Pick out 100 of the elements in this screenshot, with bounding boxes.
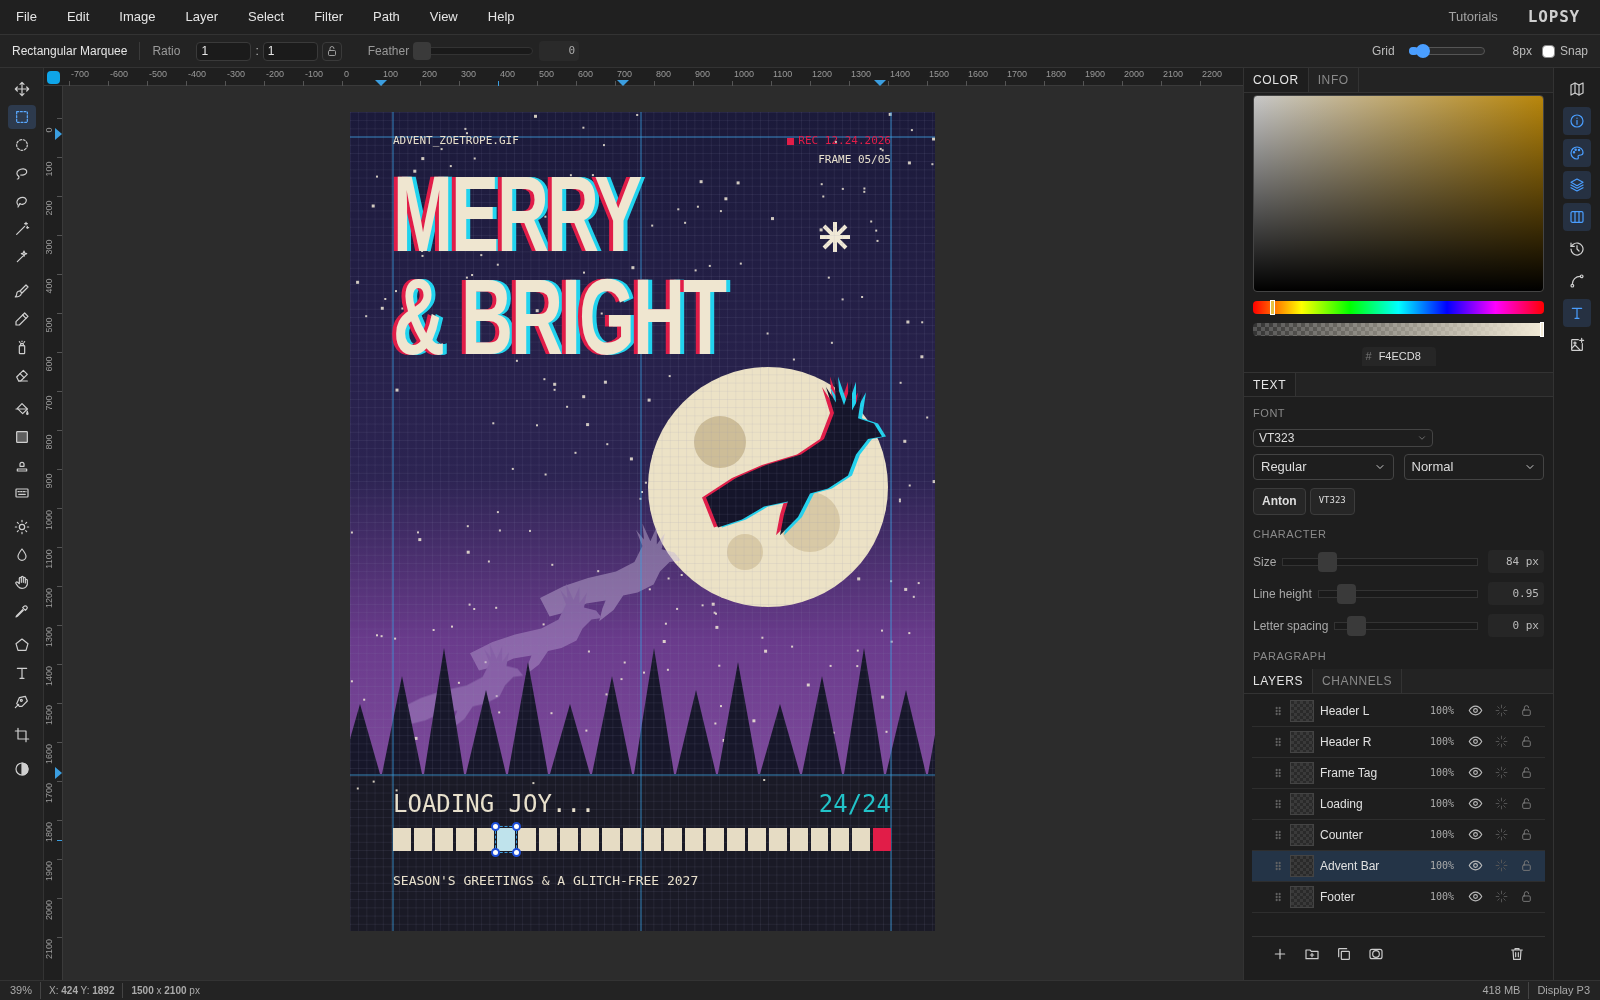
resize-handle[interactable] <box>512 848 522 857</box>
drag-handle-icon[interactable] <box>1272 859 1284 872</box>
panel-tab[interactable]: TEXT <box>1244 373 1297 396</box>
panel-tab[interactable]: LAYERS <box>1244 668 1314 693</box>
hex-field[interactable]: # F4ECD8 <box>1361 347 1436 366</box>
tutorials-link[interactable]: Tutorials <box>1448 7 1498 27</box>
slider-thumb[interactable] <box>1540 322 1544 337</box>
slider-thumb[interactable] <box>1416 44 1431 58</box>
font-preset-button[interactable]: VT323 <box>1309 487 1355 515</box>
menu-item[interactable]: Help <box>487 7 515 27</box>
ratio-width-field[interactable]: 1 <box>196 41 252 61</box>
eye-icon[interactable] <box>1468 827 1483 842</box>
layer-row[interactable]: Advent Bar 100% <box>1252 850 1545 882</box>
tool-button[interactable] <box>7 105 36 129</box>
slider-thumb[interactable] <box>1270 300 1276 315</box>
layer-row[interactable]: Counter 100% <box>1252 819 1545 851</box>
menu-item[interactable]: Path <box>373 7 400 27</box>
layer-thumbnail <box>1290 730 1314 753</box>
resize-handle[interactable] <box>512 822 522 831</box>
panel-button[interactable] <box>1563 171 1591 199</box>
snap-label: Snap <box>1559 43 1588 60</box>
panel-tab[interactable]: INFO <box>1308 68 1359 92</box>
slider-thumb[interactable] <box>1346 615 1366 636</box>
layer-row[interactable]: Header L 100% <box>1252 695 1545 727</box>
unlock-icon[interactable] <box>1520 890 1533 903</box>
ruler-label: 2000 <box>44 899 54 922</box>
layer-opacity: 100% <box>1429 704 1454 718</box>
panel-tab[interactable]: COLOR <box>1244 68 1309 92</box>
eye-icon[interactable] <box>1468 703 1483 718</box>
character-slider[interactable] <box>1334 615 1478 636</box>
eye-icon[interactable] <box>1468 796 1483 811</box>
menu-item[interactable]: Edit <box>66 7 90 27</box>
unlock-icon[interactable] <box>1520 828 1533 841</box>
drag-handle-icon[interactable] <box>1272 828 1284 841</box>
layer-row[interactable]: Footer 100% <box>1252 881 1545 913</box>
guide-marker[interactable] <box>616 80 629 86</box>
saturation-picker[interactable] <box>1253 95 1544 292</box>
weight-select[interactable]: Normal <box>1403 453 1544 480</box>
slider-thumb[interactable] <box>1317 551 1337 572</box>
eye-icon[interactable] <box>1468 858 1483 873</box>
unlock-icon[interactable] <box>1520 704 1533 717</box>
guide-marker[interactable] <box>55 127 62 140</box>
eye-icon[interactable] <box>1468 765 1483 780</box>
copy-icon[interactable] <box>1336 945 1352 962</box>
drag-handle-icon[interactable] <box>1272 735 1284 748</box>
feather-slider[interactable] <box>413 42 534 60</box>
eye-icon[interactable] <box>1468 889 1483 904</box>
ruler-label: 1500 <box>929 69 950 79</box>
snap-checkbox[interactable] <box>1541 44 1555 58</box>
menu-item[interactable]: View <box>429 7 458 27</box>
panel-tab[interactable]: CHANNELS <box>1313 668 1403 693</box>
color-swatch[interactable] <box>47 70 60 84</box>
unlock-icon[interactable] <box>1520 766 1533 779</box>
unlock-icon[interactable] <box>1520 735 1533 748</box>
ruler-label: 1400 <box>44 665 54 688</box>
guide-marker[interactable] <box>375 80 387 86</box>
layer-row[interactable]: Header R 100% <box>1252 726 1545 758</box>
font-preset-button[interactable]: Anton <box>1253 487 1306 515</box>
guide-marker[interactable] <box>874 80 887 86</box>
layer-thumbnail <box>1290 854 1314 877</box>
panel-button[interactable] <box>1563 139 1591 167</box>
unlock-icon[interactable] <box>1520 797 1533 810</box>
ruler-label: -600 <box>110 69 128 79</box>
menu-item[interactable]: Select <box>248 7 285 27</box>
ratio-lock-button[interactable] <box>321 41 342 61</box>
drag-handle-icon[interactable] <box>1272 704 1284 717</box>
eye-icon[interactable] <box>1468 734 1483 749</box>
slider-thumb[interactable] <box>413 42 432 60</box>
character-slider[interactable] <box>1317 583 1478 604</box>
slider-label: Letter spacing <box>1253 617 1329 635</box>
ruler-label: 800 <box>44 433 54 452</box>
character-slider[interactable] <box>1282 551 1478 572</box>
drag-handle-icon[interactable] <box>1272 797 1284 810</box>
alpha-slider[interactable] <box>1253 323 1544 336</box>
panel-button[interactable] <box>1563 107 1591 135</box>
style-select[interactable]: Regular <box>1253 453 1394 480</box>
ruler-label: 1200 <box>44 587 54 610</box>
drag-handle-icon[interactable] <box>1272 766 1284 779</box>
panel-button[interactable] <box>1563 203 1591 231</box>
image-plus-icon <box>1569 337 1585 353</box>
font-dropdown[interactable]: VT323 <box>1253 428 1433 447</box>
ratio-height-field[interactable]: 1 <box>262 41 318 61</box>
drag-handle-icon[interactable] <box>1272 890 1284 903</box>
resize-handle[interactable] <box>491 822 501 831</box>
grid-slider[interactable] <box>1408 44 1485 58</box>
menu-item[interactable]: Filter <box>314 7 344 27</box>
unlock-icon[interactable] <box>1520 859 1533 872</box>
menu-item[interactable]: Image <box>119 7 156 27</box>
ruler-label: 1100 <box>773 69 793 79</box>
layer-name: Header L <box>1320 702 1371 720</box>
hue-slider[interactable] <box>1253 301 1544 314</box>
layer-row[interactable]: Loading 100% <box>1252 788 1545 820</box>
menu-item[interactable]: Layer <box>185 7 219 27</box>
menu-item[interactable]: File <box>16 7 37 27</box>
slider-thumb[interactable] <box>1337 583 1357 604</box>
resize-handle[interactable] <box>491 848 501 857</box>
trash-icon[interactable] <box>1509 945 1525 962</box>
guide-marker[interactable] <box>55 767 62 780</box>
layer-row[interactable]: Frame Tag 100% <box>1252 757 1545 789</box>
curve-icon <box>1569 273 1585 289</box>
